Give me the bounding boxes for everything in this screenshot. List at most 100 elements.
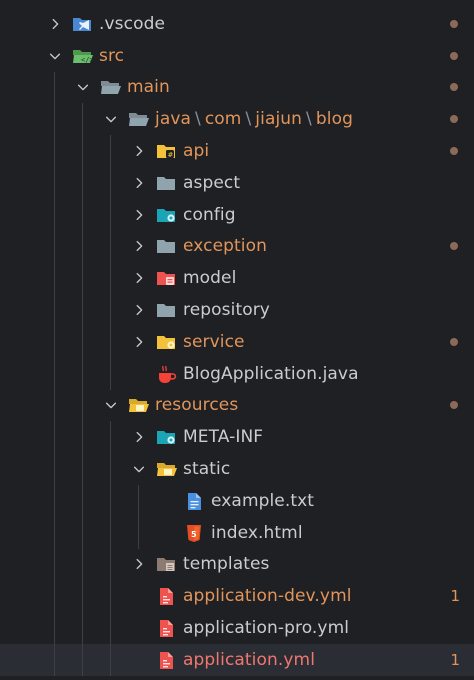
svg-text:#: # [168, 151, 174, 159]
chevron-right-icon[interactable] [129, 332, 149, 352]
folder-icon [155, 173, 177, 193]
service-folder-icon [155, 332, 177, 352]
tree-item-label: application-dev.yml [183, 586, 352, 607]
chevron-right-icon[interactable] [129, 205, 149, 225]
tree-item-index-html[interactable]: 5 index.html [0, 516, 474, 549]
tree-item-java-com-jiajun-blog[interactable]: java \ com \ jiajun \ blog [0, 103, 474, 136]
tree-item-blogapplication-java[interactable]: BlogApplication.java [0, 357, 474, 390]
indent-guide [82, 166, 83, 199]
tree-item-src[interactable]: </> src [0, 40, 474, 72]
tree-item-service[interactable]: service [0, 325, 474, 358]
indent-guide [82, 325, 83, 358]
indent-guide [110, 294, 111, 326]
html-file-icon: 5 [183, 523, 205, 543]
modified-dot-icon [450, 19, 458, 28]
indent-guide [110, 643, 111, 676]
indent-guide [54, 198, 55, 231]
static-folder-icon [155, 459, 177, 479]
path-segment: com [204, 109, 242, 130]
indent-guide [110, 516, 111, 549]
tree-item-label: .vscode [99, 13, 166, 34]
tree-item-application-yml[interactable]: application.yml 1 [0, 643, 474, 676]
indent-guide [54, 357, 55, 390]
chevron-down-icon[interactable] [101, 109, 121, 129]
tree-item-example-txt[interactable]: example.txt [0, 484, 474, 517]
tree-item-label: application.yml [183, 649, 316, 670]
indent-guide [54, 325, 55, 358]
tree-item-label: model [183, 268, 237, 289]
indent-guide [82, 389, 83, 422]
chevron-right-icon[interactable] [129, 236, 149, 256]
indent-guide [82, 262, 83, 295]
config-folder-icon [155, 427, 177, 447]
svg-text:5: 5 [191, 530, 197, 539]
indent-guide [54, 516, 55, 549]
indent-guide [110, 612, 111, 644]
indent-guide [82, 230, 83, 263]
tree-item-label: java \ com \ jiajun \ blog [155, 109, 353, 129]
indent-guide [54, 643, 55, 676]
path-segment: java [155, 109, 192, 130]
tree-item-resources[interactable]: resources [0, 389, 474, 422]
tree-item-label: config [183, 204, 236, 225]
indent-guide [54, 421, 55, 454]
path-segment: blog [315, 109, 353, 130]
chevron-right-icon[interactable] [129, 268, 149, 288]
indent-guide [82, 548, 83, 581]
indent-guide [82, 198, 83, 231]
svg-text:</>: </> [81, 56, 93, 64]
indent-guide [82, 421, 83, 454]
tree-item-label: BlogApplication.java [183, 363, 359, 384]
indent-guide [82, 580, 83, 613]
indent-guide [82, 612, 83, 644]
indent-guide [82, 516, 83, 549]
indent-guide [110, 484, 111, 517]
tree-item-label: application-pro.yml [183, 618, 350, 639]
indent-guide [82, 453, 83, 485]
tree-item-application-pro-yml[interactable]: application-pro.yml [0, 612, 474, 644]
yaml-file-icon [155, 586, 177, 606]
tree-item-label: templates [183, 554, 270, 575]
tree-item-api[interactable]: # api [0, 135, 474, 167]
modified-dot-icon [450, 115, 458, 124]
tree-item-aspect[interactable]: aspect [0, 166, 474, 199]
indent-guide [54, 612, 55, 644]
modified-dot-icon [450, 147, 458, 156]
indent-guide [82, 103, 83, 136]
java-file-icon [155, 364, 177, 384]
indent-guide [54, 71, 55, 104]
indent-guide [54, 103, 55, 136]
tree-item-config[interactable]: config [0, 198, 474, 231]
tree-item-label: resources [155, 395, 239, 416]
indent-guide [110, 166, 111, 199]
yaml-file-icon [155, 650, 177, 670]
resources-folder-icon [127, 395, 149, 415]
chevron-right-icon[interactable] [129, 141, 149, 161]
indent-guide [110, 421, 111, 454]
indent-guide [110, 262, 111, 295]
tree-item-exception[interactable]: exception [0, 230, 474, 263]
tree-item-repository[interactable]: repository [0, 294, 474, 326]
chevron-down-icon[interactable] [73, 77, 93, 97]
tree-item-application-dev-yml[interactable]: application-dev.yml 1 [0, 580, 474, 613]
path-separator: \ [245, 109, 252, 130]
indent-guide [138, 484, 139, 517]
text-file-icon [183, 491, 205, 511]
chevron-down-icon[interactable] [101, 395, 121, 415]
chevron-right-icon[interactable] [129, 554, 149, 574]
chevron-right-icon[interactable] [129, 427, 149, 447]
tree-item-model[interactable]: model [0, 262, 474, 295]
chevron-right-icon[interactable] [45, 14, 65, 34]
chevron-right-icon[interactable] [129, 173, 149, 193]
tree-item-templates[interactable]: templates [0, 548, 474, 581]
chevron-down-icon[interactable] [45, 46, 65, 66]
src-folder-icon: </> [71, 46, 93, 66]
chevron-down-icon[interactable] [129, 459, 149, 479]
tree-item-meta-inf[interactable]: META-INF [0, 421, 474, 454]
tree-item-static[interactable]: static [0, 453, 474, 485]
tree-item-vscode[interactable]: .vscode [0, 8, 474, 40]
tree-item-label: static [183, 459, 231, 480]
chevron-right-icon[interactable] [129, 300, 149, 320]
tree-item-label: aspect [183, 172, 241, 193]
tree-item-main[interactable]: main [0, 71, 474, 104]
